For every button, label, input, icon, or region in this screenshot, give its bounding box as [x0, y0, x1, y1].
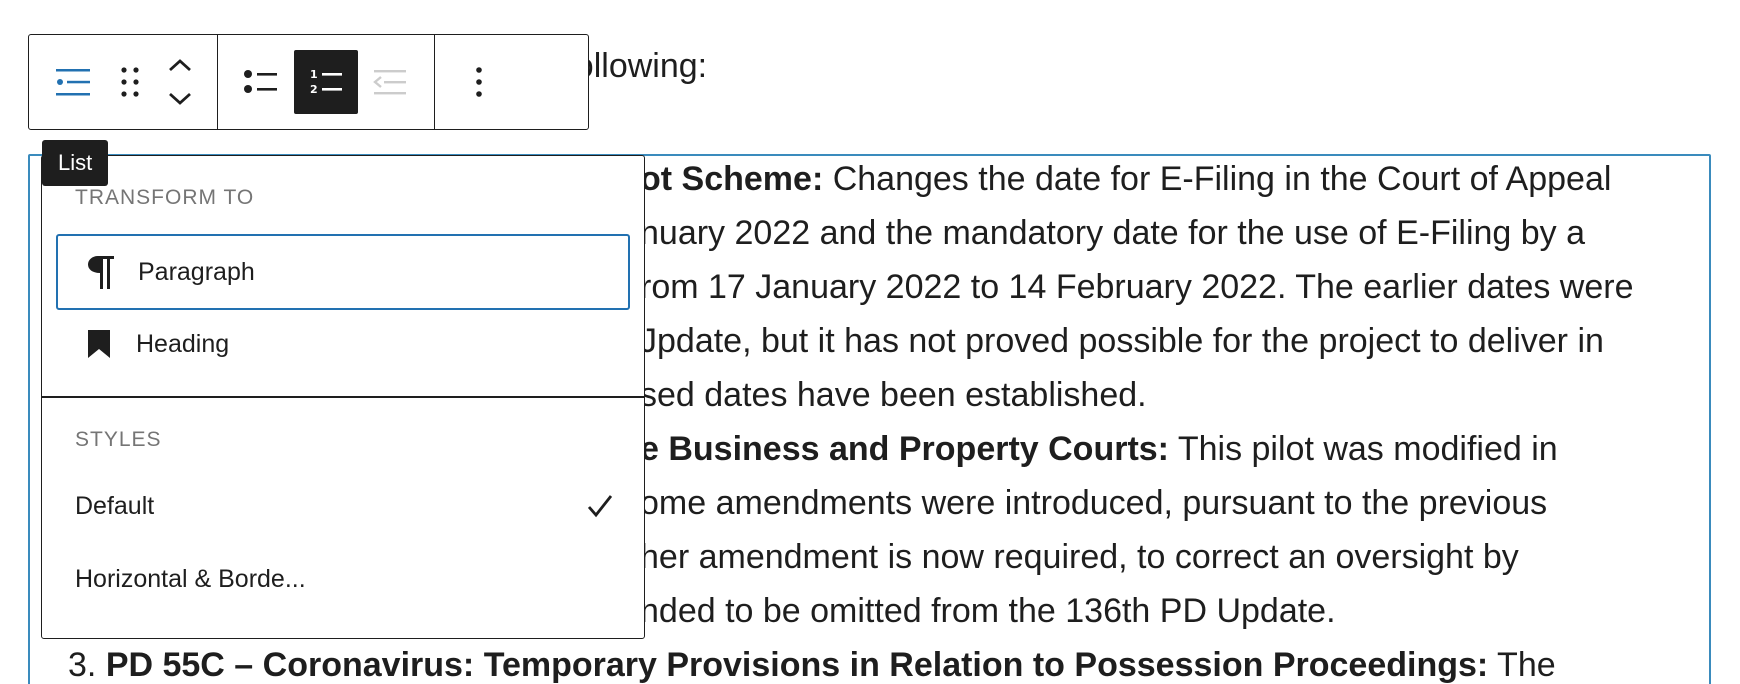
list-line-bold: e Business and Property Courts:	[640, 430, 1170, 468]
list-line-text: sed dates have been established.	[640, 376, 1147, 414]
list-block-button[interactable]	[41, 50, 105, 114]
more-options-button[interactable]	[447, 50, 511, 114]
drag-handle-button[interactable]	[105, 50, 155, 114]
block-toolbar: 1 2	[28, 34, 589, 130]
more-vertical-icon	[476, 67, 482, 97]
list-line-text: Jpdate, but it has not proved possible f…	[640, 322, 1604, 360]
style-horizontal-border-item[interactable]: Horizontal & Borde...	[75, 549, 615, 609]
transform-heading-item[interactable]: Heading	[56, 306, 630, 382]
list-line-text: The	[1488, 646, 1556, 684]
list-line[interactable]: Jpdate, but it has not proved possible f…	[640, 314, 1604, 368]
outdent-icon	[373, 70, 406, 95]
tooltip: List	[42, 140, 109, 186]
transform-heading-label: Heading	[136, 329, 230, 358]
list-line-text: her amendment is now required, to correc…	[640, 538, 1519, 576]
paragraph-icon	[80, 251, 122, 293]
list-line[interactable]: rom 17 January 2022 to 14 February 2022.…	[640, 260, 1634, 314]
move-up-down-button[interactable]	[155, 50, 205, 114]
list-line-bold: PD 55C – Coronavirus: Temporary Provisio…	[105, 646, 1489, 684]
list-line[interactable]: ot Scheme: Changes the date for E-Filing…	[640, 156, 1612, 206]
list-line[interactable]: e Business and Property Courts: This pil…	[640, 422, 1558, 476]
block-switcher-popover: TRANSFORM TO Paragraph Heading STYLES De…	[41, 155, 645, 639]
style-default-item[interactable]: Default	[75, 476, 615, 536]
list-line-bold: ot Scheme:	[640, 160, 824, 198]
list-line-text: This pilot was modified in	[1169, 430, 1558, 468]
list-block-icon	[56, 69, 90, 96]
svg-text:2: 2	[310, 83, 318, 96]
bookmark-icon	[78, 323, 120, 365]
list-line-text: nuary 2022 and the mandatory date for th…	[640, 214, 1586, 252]
transform-paragraph-label: Paragraph	[138, 257, 255, 286]
list-line[interactable]: sed dates have been established.	[640, 368, 1147, 422]
transform-to-title: TRANSFORM TO	[75, 186, 255, 209]
list-line[interactable]: her amendment is now required, to correc…	[640, 530, 1519, 584]
outdent-button[interactable]	[358, 50, 422, 114]
unordered-list-icon	[244, 70, 277, 93]
ordered-list-icon: 1 2	[310, 68, 342, 96]
list-number: 3.	[68, 646, 106, 684]
svg-text:1: 1	[310, 68, 318, 81]
check-icon	[587, 495, 613, 518]
unordered-list-button[interactable]	[230, 50, 294, 114]
list-line-text: rom 17 January 2022 to 14 February 2022.…	[640, 268, 1634, 306]
list-line-text: Changes the date for E-Filing in the Cou…	[823, 160, 1612, 198]
list-line[interactable]: 3. PD 55C – Coronavirus: Temporary Provi…	[68, 638, 1556, 684]
chevron-up-down-icon	[169, 59, 191, 105]
list-line[interactable]: nded to be omitted from the 136th PD Upd…	[640, 584, 1336, 638]
ordered-list-button[interactable]: 1 2	[294, 50, 358, 114]
style-default-label: Default	[75, 491, 155, 520]
style-horizontal-border-label: Horizontal & Borde...	[75, 564, 306, 593]
list-line[interactable]: nuary 2022 and the mandatory date for th…	[640, 206, 1585, 260]
toolbar-group-more	[435, 35, 523, 129]
toolbar-group-list-types: 1 2	[218, 35, 435, 129]
popover-divider	[42, 396, 644, 398]
list-line[interactable]: ome amendments were introduced, pursuant…	[640, 476, 1547, 530]
styles-title: STYLES	[75, 428, 162, 451]
list-line-text: ome amendments were introduced, pursuant…	[640, 484, 1548, 522]
drag-handle-icon	[121, 67, 139, 97]
transform-paragraph-item[interactable]: Paragraph	[56, 234, 630, 310]
toolbar-group-block	[29, 35, 218, 129]
list-line-text: nded to be omitted from the 136th PD Upd…	[640, 592, 1336, 630]
